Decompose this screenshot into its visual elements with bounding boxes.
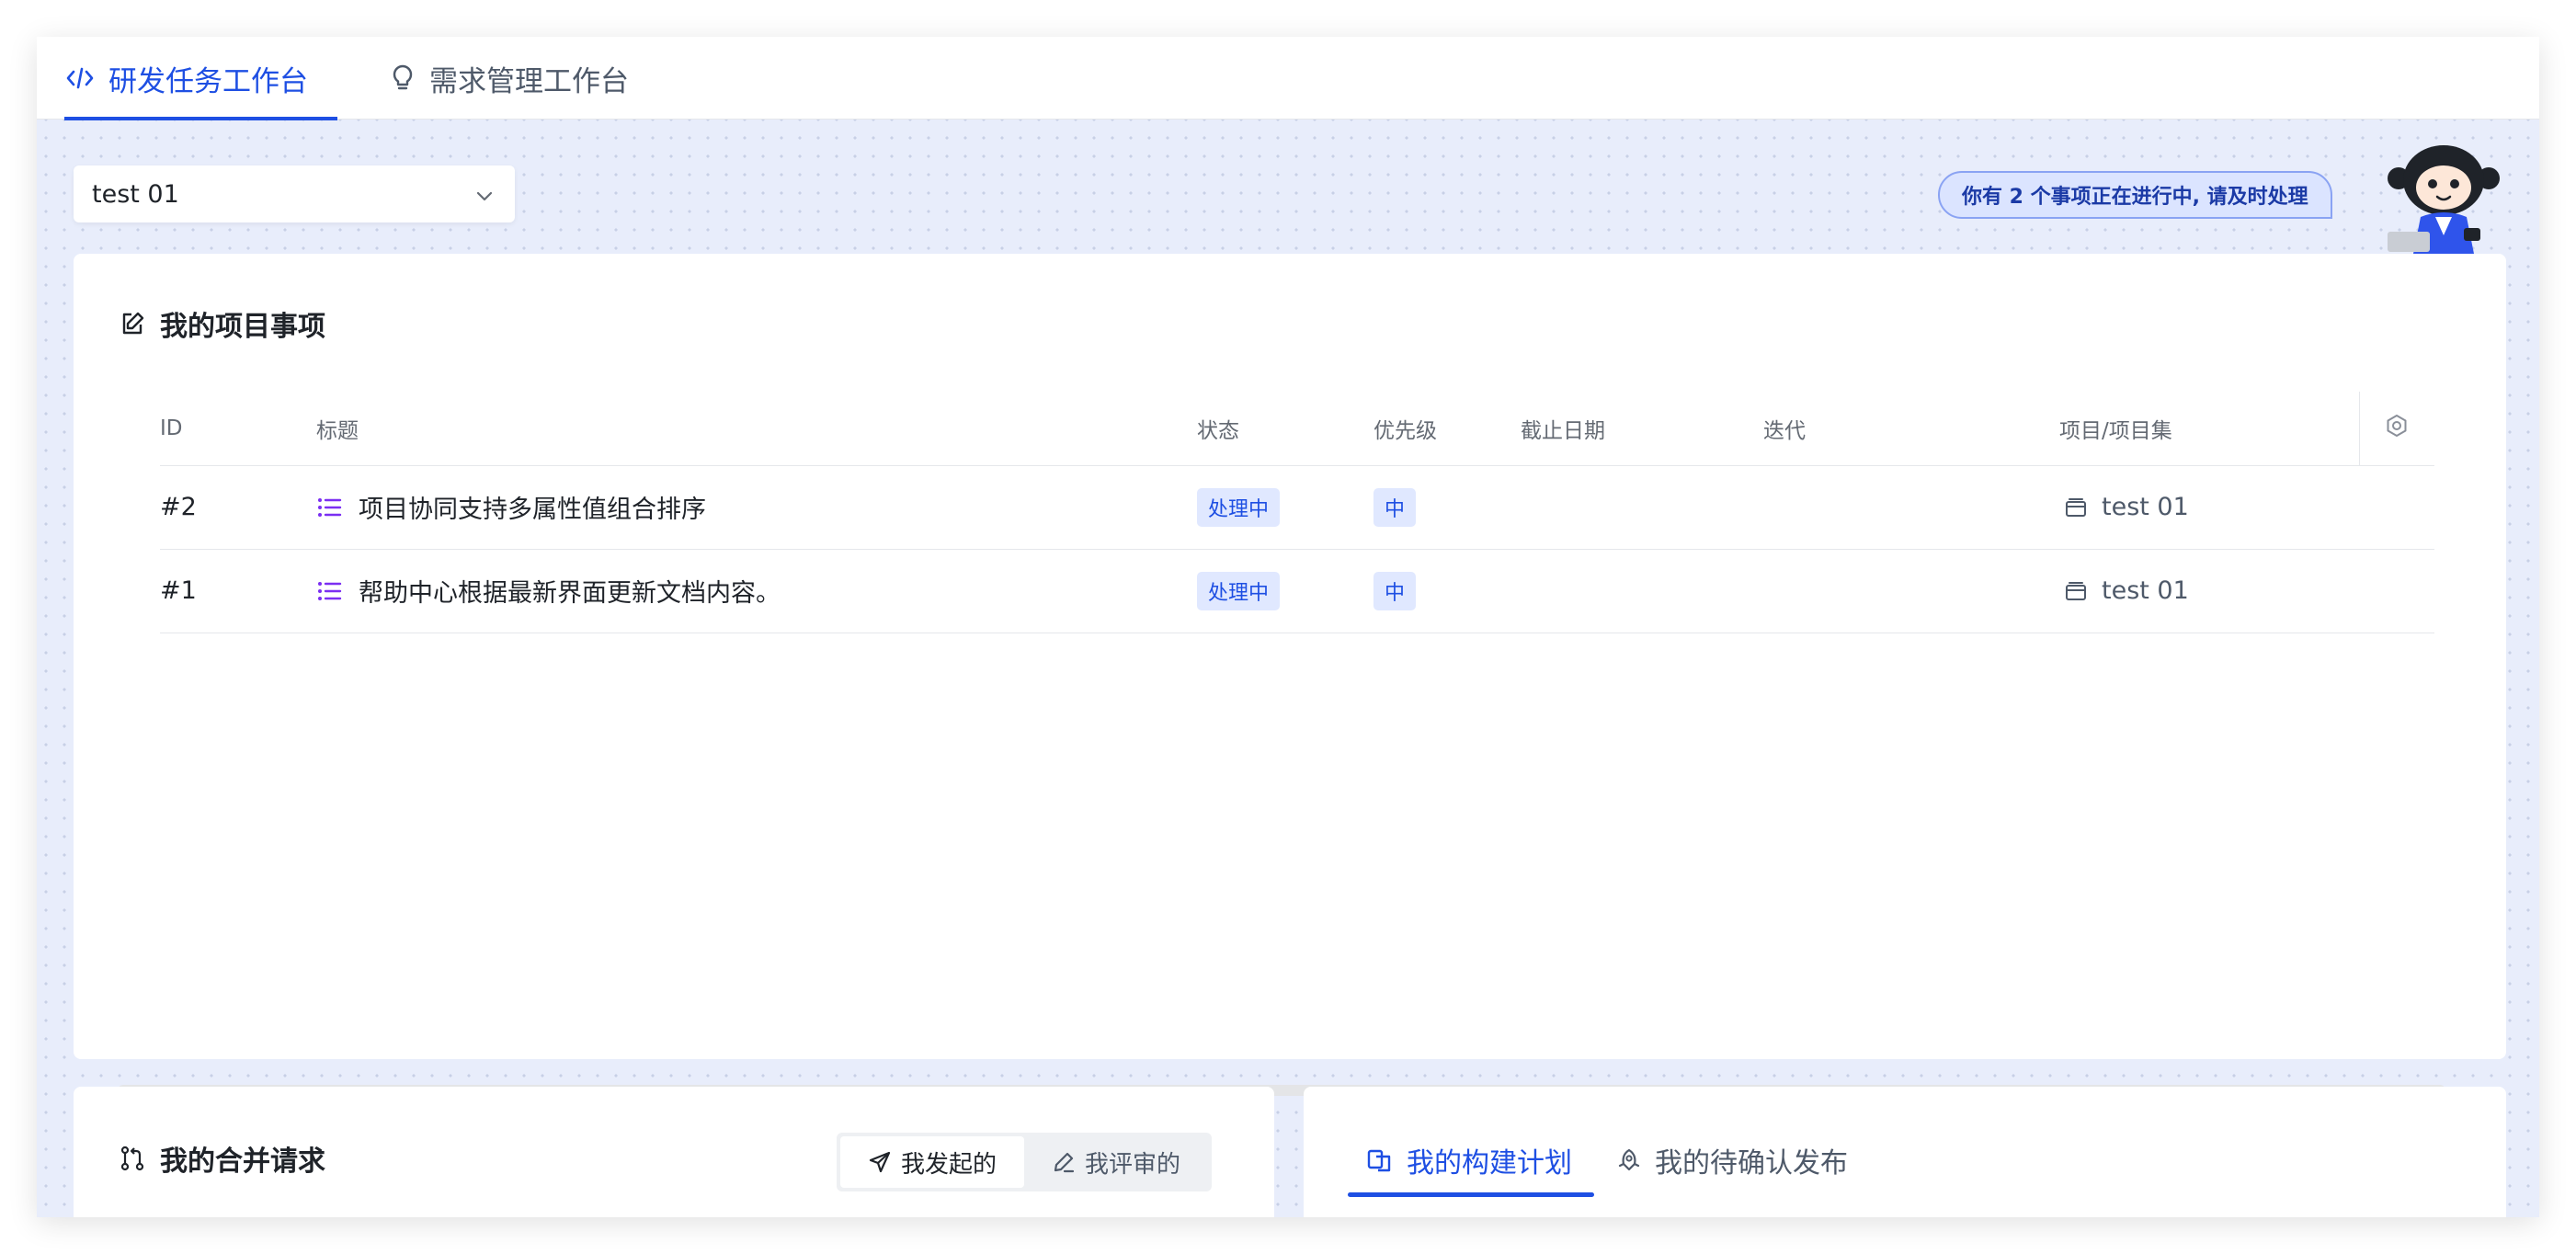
table-row[interactable]: #1 帮助中心根据最新界面更新文档内容。 处理中 中 test 01 — [160, 549, 2434, 633]
item-project-cell[interactable]: test 01 — [2059, 549, 2359, 633]
edit-note-icon — [120, 311, 145, 336]
app-window: 研发任务工作台 需求管理工作台 test 01 你有 2 个事项正在进行中, 请… — [37, 37, 2539, 1217]
item-project-cell[interactable]: test 01 — [2059, 465, 2359, 550]
tab-requirement-workbench[interactable]: 需求管理工作台 — [391, 37, 629, 120]
workspace-tabbar: 研发任务工作台 需求管理工作台 — [37, 37, 2539, 120]
project-box-icon — [2065, 497, 2087, 518]
mascot-illustration — [2386, 143, 2505, 257]
mr-filter-segmented: 我发起的 我评审的 — [837, 1133, 1213, 1191]
item-id: #2 — [160, 465, 316, 550]
item-title[interactable]: 项目协同支持多属性值组合排序 — [359, 489, 706, 525]
segment-label: 我发起的 — [901, 1150, 997, 1179]
rocket-icon — [1616, 1147, 1642, 1173]
table-header-row: ID 标题 状态 优先级 截止日期 迭代 项目/项目集 — [160, 392, 2434, 466]
progress-notice-bubble: 你有 2 个事项正在进行中, 请及时处理 — [1938, 171, 2332, 219]
column-header-id[interactable]: ID — [160, 392, 316, 466]
pen-icon — [1052, 1150, 1076, 1174]
item-priority-cell: 中 — [1373, 549, 1521, 633]
column-header-iteration[interactable]: 迭代 — [1763, 392, 2059, 466]
item-title-cell[interactable]: 项目协同支持多属性值组合排序 — [316, 465, 1197, 550]
priority-badge[interactable]: 中 — [1373, 571, 1417, 610]
segment-initiated[interactable]: 我发起的 — [840, 1136, 1025, 1188]
item-project: test 01 — [2102, 576, 2189, 605]
column-header-status[interactable]: 状态 — [1197, 392, 1373, 466]
segment-reviewed[interactable]: 我评审的 — [1024, 1136, 1208, 1188]
column-header-priority[interactable]: 优先级 — [1373, 392, 1521, 466]
my-build-card: 我的构建计划 我的待确认发布 — [1304, 1087, 2506, 1217]
item-title[interactable]: 帮助中心根据最新界面更新文档内容。 — [359, 573, 781, 609]
item-priority-cell: 中 — [1373, 465, 1521, 550]
my-items-card: 我的项目事项 ID 标题 状态 优先级 截止日期 迭代 项目/项目集 #2 项目… — [74, 254, 2506, 1096]
tab-label: 研发任务工作台 — [108, 64, 308, 98]
merge-request-icon — [120, 1146, 145, 1171]
project-select[interactable]: test 01 — [74, 165, 515, 222]
send-icon — [868, 1150, 892, 1174]
sub-tab-label: 我的待确认发布 — [1655, 1147, 1848, 1180]
tab-pending-releases[interactable]: 我的待确认发布 — [1616, 1123, 1848, 1197]
item-status-cell: 处理中 — [1197, 549, 1373, 633]
list-icon — [316, 580, 342, 602]
priority-badge[interactable]: 中 — [1373, 487, 1417, 527]
item-iteration[interactable] — [1763, 465, 2059, 550]
items-table: ID 标题 状态 优先级 截止日期 迭代 项目/项目集 #2 项目协同支持多属性… — [160, 392, 2434, 633]
item-iteration[interactable] — [1763, 549, 2059, 633]
row-spacer — [2359, 465, 2434, 550]
card-title: 我的项目事项 — [120, 303, 325, 344]
column-settings[interactable] — [2358, 392, 2434, 466]
list-icon — [316, 496, 342, 519]
status-badge[interactable]: 处理中 — [1197, 571, 1281, 610]
tab-label: 需求管理工作台 — [429, 64, 629, 98]
project-box-icon — [2065, 581, 2087, 601]
item-title-cell[interactable]: 帮助中心根据最新界面更新文档内容。 — [316, 549, 1197, 633]
table-row[interactable]: #2 项目协同支持多属性值组合排序 处理中 中 test 01 — [160, 465, 2434, 550]
item-id: #1 — [160, 549, 316, 633]
items-card-title: 我的项目事项 — [160, 311, 325, 343]
column-header-due-date[interactable]: 截止日期 — [1521, 392, 1763, 466]
item-project: test 01 — [2102, 493, 2189, 521]
item-due-date[interactable] — [1521, 549, 1763, 633]
lightbulb-icon — [391, 64, 415, 92]
project-select-value: test 01 — [92, 179, 179, 209]
tab-dev-workbench[interactable]: 研发任务工作台 — [64, 37, 337, 120]
column-header-title[interactable]: 标题 — [316, 392, 1197, 466]
mr-card-title: 我的合并请求 — [160, 1146, 325, 1178]
column-header-project[interactable]: 项目/项目集 — [2059, 392, 2359, 466]
settings-gear-icon[interactable] — [2385, 414, 2409, 443]
item-due-date[interactable] — [1521, 465, 1763, 550]
card-title: 我的合并请求 — [120, 1138, 325, 1179]
status-badge[interactable]: 处理中 — [1197, 487, 1281, 527]
segment-label: 我评审的 — [1085, 1150, 1181, 1179]
chevron-down-icon — [474, 184, 495, 212]
sub-tab-label: 我的构建计划 — [1407, 1147, 1572, 1180]
tab-build-plans[interactable]: 我的构建计划 — [1348, 1123, 1594, 1197]
build-icon — [1366, 1147, 1394, 1173]
code-icon — [66, 66, 94, 90]
item-status-cell: 处理中 — [1197, 465, 1373, 550]
my-merge-requests-card: 我的合并请求 我发起的 我评审的 — [74, 1087, 1274, 1217]
row-spacer — [2359, 549, 2434, 633]
